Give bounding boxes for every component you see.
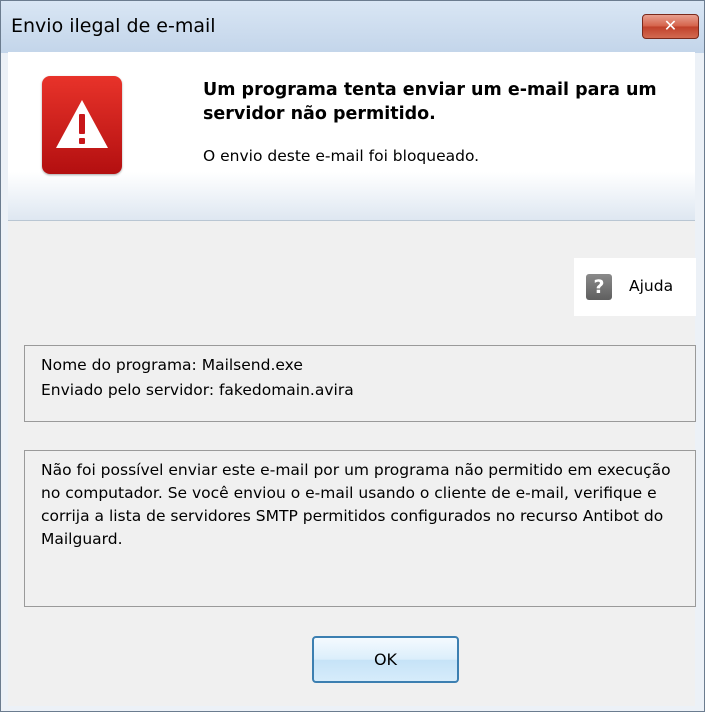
description-text: Não foi possível enviar este e-mail por … [41,461,671,548]
header-shade [8,172,695,220]
window-title: Envio ilegal de e-mail [11,15,216,37]
program-name-line: Nome do programa: Mailsend.exe [41,356,303,374]
ok-button[interactable]: OK [312,636,459,683]
warning-icon [42,76,122,174]
alert-subline: O envio deste e-mail foi bloqueado. [203,147,480,165]
close-button[interactable]: ✕ [642,14,699,39]
help-label: Ajuda [629,277,674,295]
close-icon: ✕ [663,16,678,35]
question-icon: ? [586,274,612,300]
description-box: Não foi possível enviar este e-mail por … [24,450,696,607]
help-button[interactable]: ? Ajuda [574,258,696,316]
title-bar[interactable]: Envio ilegal de e-mail ✕ [1,1,704,53]
server-line: Enviado pelo servidor: fakedomain.avira [41,381,354,399]
program-info-box: Nome do programa: Mailsend.exe Enviado p… [24,345,696,422]
alert-headline: Um programa tenta enviar um e-mail para … [203,80,657,124]
